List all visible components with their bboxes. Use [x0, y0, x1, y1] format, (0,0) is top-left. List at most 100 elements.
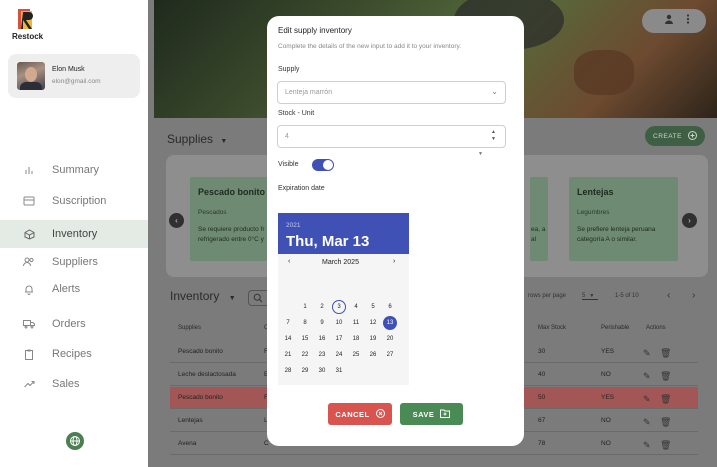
sidebar-item-label: Sales	[52, 378, 80, 390]
calendar-day[interactable]: 13	[383, 316, 397, 330]
cell-perishable: YES	[601, 348, 615, 355]
box-icon	[22, 227, 36, 241]
calendar-day[interactable]: 14	[281, 332, 295, 346]
calendar-day[interactable]: 10	[332, 316, 346, 330]
supplies-title[interactable]: Supplies ▼	[167, 132, 227, 146]
avatar	[17, 62, 45, 90]
sidebar-item-suppliers[interactable]: Suppliers	[0, 248, 152, 276]
calendar-day[interactable]: 5	[366, 300, 380, 314]
sidebar: Restock Elon Musk elon@gmail.com Summary…	[0, 0, 152, 467]
cell-max-stock: 78	[538, 440, 546, 447]
user-card[interactable]: Elon Musk elon@gmail.com	[8, 54, 140, 98]
cell-max-stock: 40	[538, 371, 546, 378]
cell-max-stock: 67	[538, 417, 546, 424]
calendar-day[interactable]: 28	[281, 364, 295, 378]
supply-card[interactable]: ea, a al	[530, 177, 548, 261]
chevron-right-icon[interactable]: ›	[692, 290, 695, 301]
account-menu[interactable]	[642, 9, 706, 33]
cancel-button[interactable]: CANCEL	[328, 403, 392, 425]
clipboard-icon	[22, 347, 36, 361]
edit-icon[interactable]: ✎	[643, 417, 653, 427]
close-circle-icon	[375, 408, 385, 420]
supply-select[interactable]: Lenteja marrón ⌄	[277, 81, 506, 104]
calendar-day[interactable]: 18	[349, 332, 363, 346]
calendar-day[interactable]: 9	[315, 316, 329, 330]
cell-c: C	[264, 440, 269, 447]
inventory-search-input[interactable]	[248, 290, 268, 306]
calendar-year[interactable]: 2021	[286, 222, 300, 229]
calendar-day[interactable]: 20	[383, 332, 397, 346]
edit-icon[interactable]: ✎	[643, 394, 653, 404]
person-icon	[664, 14, 674, 27]
chevron-left-icon[interactable]: ‹	[288, 258, 290, 265]
cell-supply: Avena	[178, 440, 197, 447]
calendar-day[interactable]: 8	[298, 316, 312, 330]
sidebar-item-suscription[interactable]: Suscription	[0, 187, 152, 215]
supply-select-value: Lenteja marrón	[285, 89, 333, 96]
sidebar-item-label: Suppliers	[52, 256, 98, 268]
calendar-day[interactable]: 23	[315, 348, 329, 362]
sidebar-item-summary[interactable]: Summary	[0, 156, 152, 184]
chevron-left-icon[interactable]: ‹	[169, 213, 184, 228]
calendar-day[interactable]: 4	[349, 300, 363, 314]
calendar-day[interactable]: 19	[366, 332, 380, 346]
calendar-day[interactable]: 11	[349, 316, 363, 330]
calendar-day[interactable]: 17	[332, 332, 346, 346]
edit-icon[interactable]: ✎	[643, 371, 653, 381]
create-button[interactable]: CREATE	[645, 126, 705, 146]
search-icon	[253, 293, 263, 303]
delete-icon[interactable]: 🗑	[660, 440, 671, 450]
delete-icon[interactable]: 🗑	[660, 394, 671, 404]
sidebar-item-label: Orders	[52, 318, 86, 330]
calendar-day[interactable]: 26	[366, 348, 380, 362]
calendar-day[interactable]: 2	[315, 300, 329, 314]
rows-per-page-select[interactable]: 5 ▼	[582, 293, 598, 300]
cell-supply: Pescado bonito	[178, 348, 223, 355]
column-header: Actions	[646, 325, 666, 331]
number-stepper-icon[interactable]: ▲ ▼	[491, 129, 496, 143]
calendar-day[interactable]: 30	[315, 364, 329, 378]
app-logo[interactable]: Restock	[12, 8, 43, 41]
stock-input[interactable]: 4 ▲ ▼	[277, 125, 506, 148]
calendar-day[interactable]: 3	[332, 300, 346, 314]
calendar-day[interactable]: 6	[383, 300, 397, 314]
calendar-day[interactable]: 1	[298, 300, 312, 314]
calendar-day[interactable]: 7	[281, 316, 295, 330]
delete-icon[interactable]: 🗑	[660, 417, 671, 427]
edit-icon[interactable]: ✎	[643, 440, 653, 450]
sidebar-item-inventory[interactable]: Inventory	[0, 220, 152, 248]
calendar-day[interactable]: 22	[298, 348, 312, 362]
visible-toggle[interactable]	[312, 159, 334, 171]
caret-down-icon: ▼	[228, 295, 236, 302]
cell-perishable: NO	[601, 417, 611, 424]
chevron-left-icon[interactable]: ‹	[667, 290, 670, 301]
inventory-title[interactable]: Inventory ▼	[170, 289, 236, 303]
sidebar-item-orders[interactable]: Orders	[0, 310, 152, 338]
column-header: Max Stock	[538, 325, 567, 331]
chevron-right-icon[interactable]: ›	[682, 213, 697, 228]
language-globe-icon[interactable]	[66, 432, 84, 450]
calendar-header: 2021 Thu, Mar 13	[278, 213, 409, 254]
supply-card[interactable]: Lentejas Legumbres Se prefiere lenteja p…	[569, 177, 678, 261]
calendar-day[interactable]: 15	[298, 332, 312, 346]
caret-down-icon: ▼	[220, 138, 228, 145]
calendar-day[interactable]: 27	[383, 348, 397, 362]
chevron-right-icon[interactable]: ›	[393, 258, 395, 265]
calendar-day[interactable]: 25	[349, 348, 363, 362]
calendar-day[interactable]: 29	[298, 364, 312, 378]
calendar-day[interactable]: 21	[281, 348, 295, 362]
edit-icon[interactable]: ✎	[643, 348, 653, 358]
unit-caret-icon[interactable]: ▼	[478, 151, 483, 157]
delete-icon[interactable]: 🗑	[660, 348, 671, 358]
delete-icon[interactable]: 🗑	[660, 371, 671, 381]
cell-max-stock: 50	[538, 394, 546, 401]
calendar-day[interactable]: 12	[366, 316, 380, 330]
save-button[interactable]: SAVE	[400, 403, 463, 425]
sidebar-item-alerts[interactable]: Alerts	[0, 275, 152, 303]
card-title: Pescado bonito	[198, 187, 266, 197]
calendar-day[interactable]: 31	[332, 364, 346, 378]
sidebar-item-recipes[interactable]: Recipes	[0, 340, 152, 368]
calendar-day[interactable]: 24	[332, 348, 346, 362]
calendar-day[interactable]: 16	[315, 332, 329, 346]
sidebar-item-sales[interactable]: Sales	[0, 370, 152, 398]
